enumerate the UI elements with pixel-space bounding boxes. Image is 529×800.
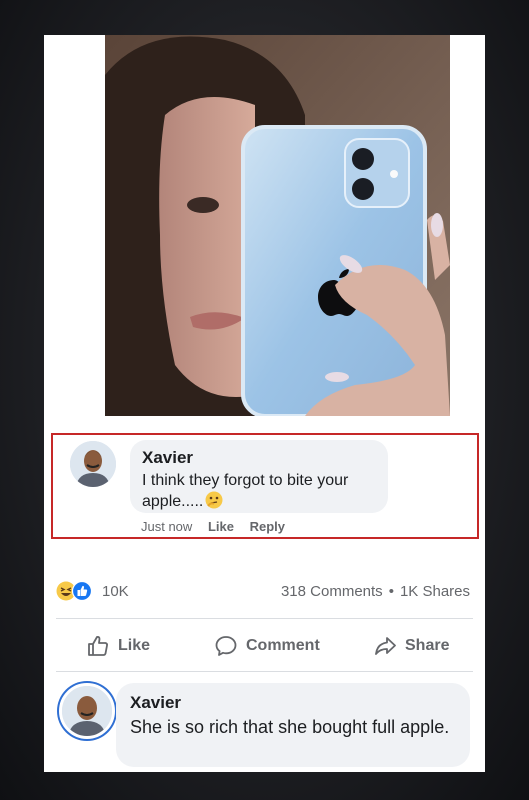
thinking-face-icon — [205, 491, 223, 509]
stats-separator: • — [388, 583, 394, 600]
comment-like-link[interactable]: Like — [208, 519, 234, 534]
comments-count[interactable]: 318 Comments — [281, 583, 383, 600]
comment-button[interactable]: Comment — [214, 631, 320, 661]
comment-time: Just now — [141, 519, 193, 534]
comment-bubble-icon — [215, 636, 237, 656]
commenter-name[interactable]: Xavier — [130, 693, 181, 713]
comment-bubble: Xavier I think they forgot to bite your … — [130, 440, 388, 513]
divider — [56, 618, 473, 619]
shares-count[interactable]: 1K Shares — [400, 583, 470, 600]
like-button[interactable]: Like — [86, 631, 150, 661]
comment-bubble: Xavier She is so rich that she bought fu… — [116, 683, 470, 767]
post-actions-bar: Like Comment Share — [44, 631, 485, 661]
comment-actions: Just now Like Reply — [141, 519, 297, 534]
post-photo[interactable] — [105, 35, 450, 416]
share-button-label: Share — [405, 637, 450, 654]
thumbs-up-icon — [88, 636, 108, 656]
post-stats: 318 Comments • 1K Shares — [281, 583, 470, 600]
divider — [56, 671, 473, 672]
share-arrow-icon — [375, 637, 396, 655]
avatar[interactable] — [59, 683, 115, 739]
like-thumb-icon — [71, 580, 93, 602]
comment-text: I think they forgot to bite your apple..… — [142, 472, 349, 510]
reaction-count: 10K — [102, 583, 129, 600]
comment-text: She is so rich that she bought full appl… — [130, 717, 450, 737]
like-button-label: Like — [118, 637, 151, 654]
comment-reply-link[interactable]: Reply — [250, 519, 285, 534]
commenter-name[interactable]: Xavier — [142, 448, 193, 468]
facebook-post-card: Xavier I think they forgot to bite your … — [44, 35, 485, 772]
comment-button-label: Comment — [246, 637, 320, 654]
highlighted-comment: Xavier I think they forgot to bite your … — [51, 433, 479, 539]
share-button[interactable]: Share — [373, 631, 449, 661]
avatar[interactable] — [70, 441, 116, 487]
